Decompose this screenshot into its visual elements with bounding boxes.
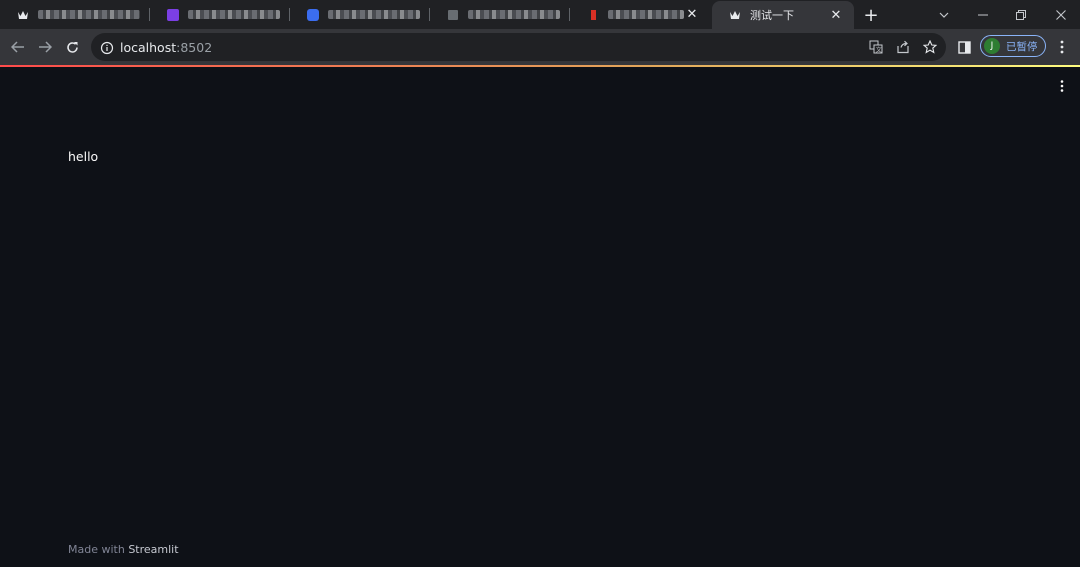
crown-icon <box>16 8 30 22</box>
profile-button[interactable]: J 已暂停 <box>980 35 1046 57</box>
blue-favicon <box>306 8 320 22</box>
tab-title-blurred <box>608 10 684 19</box>
tab-search-chevron-icon[interactable] <box>925 0 963 29</box>
tab-blurred-1[interactable] <box>0 0 150 29</box>
side-panel-icon[interactable] <box>954 37 974 57</box>
tab-title: 测试一下 <box>750 9 794 22</box>
url-text: localhost:8502 <box>120 40 213 55</box>
streamlit-link[interactable]: Streamlit <box>128 543 178 556</box>
tab-title-blurred <box>468 10 560 19</box>
purple-favicon <box>166 8 180 22</box>
reload-icon[interactable] <box>62 37 82 57</box>
profile-status-label: 已暂停 <box>1006 40 1038 53</box>
avatar: J <box>984 38 1000 54</box>
info-icon[interactable] <box>100 40 114 55</box>
restore-icon[interactable] <box>1002 0 1040 29</box>
share-icon[interactable] <box>895 39 911 55</box>
forward-arrow-icon[interactable] <box>35 37 55 57</box>
blank-favicon <box>446 8 460 22</box>
address-bar[interactable]: localhost:8502 文 <box>91 33 946 61</box>
footer: Made with Streamlit <box>68 543 179 556</box>
tab-active[interactable]: 测试一下 ✕ <box>712 1 854 29</box>
close-tab-icon[interactable]: ✕ <box>828 7 844 23</box>
tab-blurred-3[interactable] <box>290 0 430 29</box>
back-arrow-icon[interactable] <box>8 37 28 57</box>
red-favicon <box>586 8 600 22</box>
tab-title-blurred <box>328 10 420 19</box>
svg-text:文: 文 <box>876 46 882 54</box>
bookmark-star-icon[interactable] <box>922 39 938 55</box>
translate-icon[interactable]: 文 <box>868 39 884 55</box>
minimize-icon[interactable] <box>964 0 1002 29</box>
close-window-icon[interactable] <box>1042 0 1080 29</box>
tab-blurred-5[interactable]: ✕ <box>570 0 710 29</box>
tab-blurred-4[interactable] <box>430 0 570 29</box>
footer-prefix: Made with <box>68 543 129 556</box>
tab-blurred-2[interactable] <box>150 0 290 29</box>
tab-title-blurred <box>38 10 140 19</box>
content-text: hello <box>68 149 99 164</box>
crown-icon <box>728 8 742 22</box>
new-tab-button[interactable]: + <box>860 4 882 26</box>
browser-toolbar: localhost:8502 文 J 已暂停 <box>0 29 1080 65</box>
tab-strip: ✕ 测试一下 ✕ + <box>0 0 1080 29</box>
close-tab-icon[interactable]: ✕ <box>684 7 700 23</box>
browser-menu-icon[interactable] <box>1052 37 1072 57</box>
app-menu-icon[interactable] <box>1054 78 1070 94</box>
tab-title-blurred <box>188 10 280 19</box>
streamlit-decoration-bar <box>0 65 1080 67</box>
